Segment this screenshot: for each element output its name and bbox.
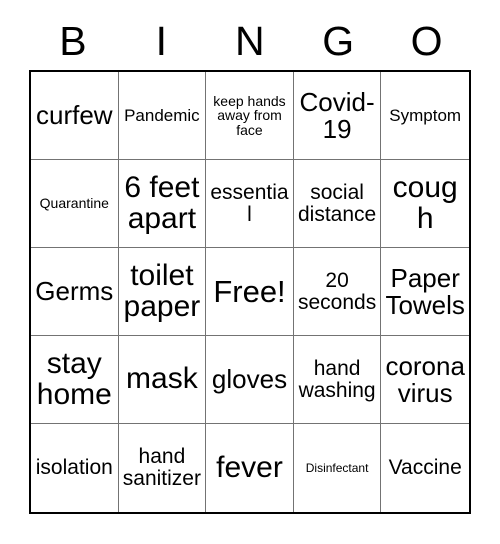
bingo-cell-label: Covid-19 <box>299 86 375 144</box>
bingo-cell-label: 20 seconds <box>297 268 377 314</box>
bingo-cell-label: cough <box>392 170 458 235</box>
bingo-cell-label: social distance <box>297 180 377 226</box>
bingo-cell-label: curfew <box>36 100 113 131</box>
bingo-cell[interactable]: 6 feet apart <box>118 160 207 248</box>
bingo-cell[interactable]: fever <box>206 424 294 512</box>
bingo-cell-label: hand washing <box>298 356 376 402</box>
bingo-cell[interactable]: keep hands away from face <box>206 72 294 160</box>
bingo-cell[interactable]: stay home <box>31 336 119 424</box>
bingo-cell-label: Paper Towels <box>385 262 465 320</box>
bingo-cell-label: Germs <box>35 276 114 307</box>
bingo-cell[interactable]: social distance <box>293 160 382 248</box>
bingo-cell-label: Quarantine <box>39 195 109 212</box>
bingo-cell-label: corona virus <box>385 350 465 408</box>
bingo-cell[interactable]: 20 seconds <box>293 248 382 336</box>
bingo-cell-label: Pandemic <box>124 105 200 125</box>
header-letter-b: B <box>59 17 88 64</box>
bingo-cell[interactable]: Disinfectant <box>293 424 382 512</box>
bingo-cell[interactable]: toilet paper <box>118 248 207 336</box>
bingo-cell-label: hand sanitizer <box>122 445 201 490</box>
bingo-cell[interactable]: Symptom <box>381 72 469 160</box>
bingo-cell-label: Symptom <box>389 105 462 125</box>
bingo-cell[interactable]: isolation <box>31 424 119 512</box>
bingo-cell[interactable]: corona virus <box>381 336 469 424</box>
bingo-grid: curfew Pandemic keep hands away from fac… <box>29 70 471 514</box>
bingo-cell-label: 6 feet apart <box>124 170 200 235</box>
bingo-cell[interactable]: curfew <box>31 72 119 160</box>
bingo-header: B I N G O <box>29 18 471 64</box>
bingo-cell-label: keep hands away from face <box>213 92 286 138</box>
header-letter-i: I <box>155 17 168 64</box>
bingo-cell-label: stay home <box>36 346 112 411</box>
bingo-cell[interactable]: essential <box>206 160 294 248</box>
bingo-cell[interactable]: Germs <box>31 248 119 336</box>
header-letter-g: G <box>322 17 355 64</box>
bingo-cell[interactable]: gloves <box>206 336 294 424</box>
bingo-cell-label: mask <box>126 362 198 396</box>
bingo-cell[interactable]: Pandemic <box>118 72 207 160</box>
header-letter-n: N <box>234 17 266 64</box>
bingo-cell[interactable]: Quarantine <box>31 160 119 248</box>
bingo-cell[interactable]: Vaccine <box>381 424 469 512</box>
bingo-cell[interactable]: cough <box>381 160 469 248</box>
bingo-cell-label: toilet paper <box>123 258 201 323</box>
header-letter-o: O <box>410 17 444 64</box>
bingo-cell-label: Free! <box>213 273 286 309</box>
bingo-cell[interactable]: hand washing <box>293 336 382 424</box>
bingo-cell[interactable]: hand sanitizer <box>118 424 207 512</box>
bingo-cell-label: Vaccine <box>388 456 462 480</box>
bingo-cell-label: fever <box>216 450 283 484</box>
bingo-cell-label: Disinfectant <box>305 460 369 475</box>
bingo-cell-free[interactable]: Free! <box>206 248 294 336</box>
bingo-cell-label: isolation <box>35 456 113 480</box>
bingo-cell-label: essential <box>210 180 289 226</box>
bingo-cell[interactable]: Paper Towels <box>381 248 469 336</box>
bingo-cell-label: gloves <box>211 364 288 395</box>
bingo-cell[interactable]: Covid-19 <box>293 72 382 160</box>
bingo-cell[interactable]: mask <box>118 336 207 424</box>
bingo-card: B I N G O curfew Pandemic keep hands awa… <box>0 0 500 544</box>
